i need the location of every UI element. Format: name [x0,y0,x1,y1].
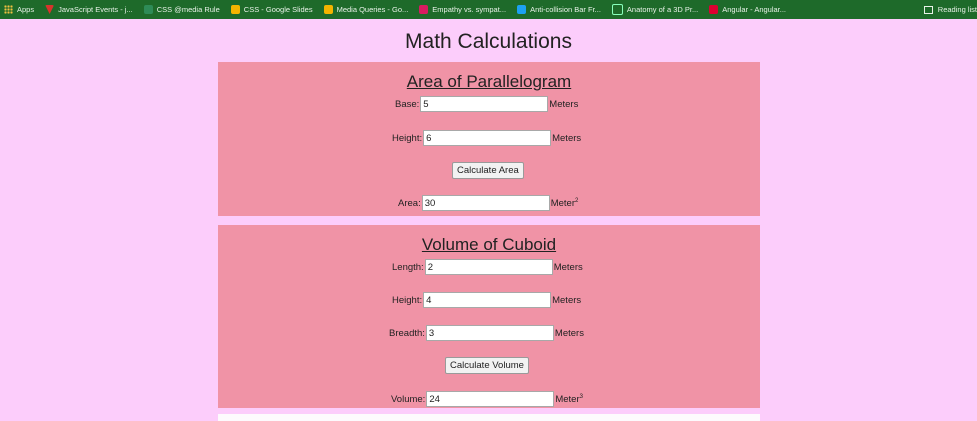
bookmark-label: Anatomy of a 3D Pr... [626,5,699,14]
bookmark-label: JavaScript Events - j... [58,5,133,14]
page-title: Math Calculations [405,30,572,53]
volume-height-label: Height: [392,294,423,306]
length-label: Length: [392,261,424,273]
heart-icon [419,5,429,14]
doc-icon [323,5,333,14]
length-input[interactable] [424,259,553,275]
bookmark-anti-collision[interactable]: Anti-collision Bar Fr... [517,5,601,14]
bookmark-label: Media Queries - Go... [336,5,409,14]
bookmark-label: CSS @media Rule [156,5,220,14]
bookmark-label: CSS - Google Slides [243,5,313,14]
angular-icon [709,5,719,14]
height-unit: Meters [552,132,582,144]
w3schools-icon [143,5,153,14]
volume-height-input[interactable] [423,292,552,308]
calculate-area-button[interactable]: Calculate Area [452,162,524,179]
js-bookmark-icon [45,5,55,14]
volume-height-row: Height: Meters [392,291,581,309]
next-panel-edge [218,414,760,421]
length-unit: Meters [553,261,583,273]
reading-list-button[interactable]: Reading list [917,0,977,19]
volume-result-input[interactable] [426,391,555,407]
length-row: Length: Meters [392,258,583,276]
bookmark-empathy[interactable]: Empathy vs. sympat... [419,5,506,14]
breadth-unit: Meters [554,327,584,339]
bookmark-media-queries[interactable]: Media Queries - Go... [323,5,409,14]
reading-list-icon [923,5,933,14]
area-result-row: Area: Meter2 [398,194,578,212]
bookmark-apps[interactable]: Apps [4,5,34,14]
height-row: Height: Meters [392,129,581,147]
area-result-input[interactable] [421,195,550,211]
bookmark-angular[interactable]: Angular - Angular... [709,5,786,14]
area-result-label: Area: [398,197,421,209]
bird-icon [517,5,527,14]
bookmark-label: Apps [17,5,35,14]
bookmark-label: Anti-collision Bar Fr... [530,5,601,14]
volume-result-unit: Meter3 [555,393,583,405]
area-panel: Area of Parallelogram Base: Meters Heigh… [218,62,760,216]
bookmark-anatomy-3d[interactable]: Anatomy of a 3D Pr... [611,4,699,15]
bookmark-javascript-events[interactable]: JavaScript Events - j... [45,5,133,14]
base-label: Base: [395,98,420,110]
volume-heading: Volume of Cuboid [421,235,557,254]
bookmark-label: Empathy vs. sympat... [432,5,507,14]
apps-grid-icon [4,5,13,14]
base-row: Base: Meters [395,95,578,113]
bookmark-css-media-rule[interactable]: CSS @media Rule [143,5,220,14]
volume-result-label: Volume: [391,393,426,405]
bookmark-label: Angular - Angular... [722,5,787,14]
height-input[interactable] [423,130,552,146]
area-result-unit: Meter2 [550,197,579,209]
bookmarks-bar: Apps JavaScript Events - j... CSS @media… [0,0,977,19]
base-input[interactable] [420,96,549,112]
base-unit: Meters [549,98,579,110]
globe-icon [611,4,623,15]
volume-height-unit: Meters [552,294,582,306]
volume-panel: Volume of Cuboid Length: Meters Height: … [218,225,760,408]
reading-list-label: Reading list [937,5,977,14]
breadth-input[interactable] [425,325,554,341]
height-label: Height: [392,132,423,144]
area-heading: Area of Parallelogram [406,72,572,91]
calculate-volume-button[interactable]: Calculate Volume [445,357,529,374]
slides-icon [230,5,240,14]
volume-result-row: Volume: Meter3 [391,390,583,408]
breadth-label: Breadth: [389,327,425,339]
breadth-row: Breadth: Meters [389,324,584,342]
bookmark-css-google-slides[interactable]: CSS - Google Slides [230,5,313,14]
